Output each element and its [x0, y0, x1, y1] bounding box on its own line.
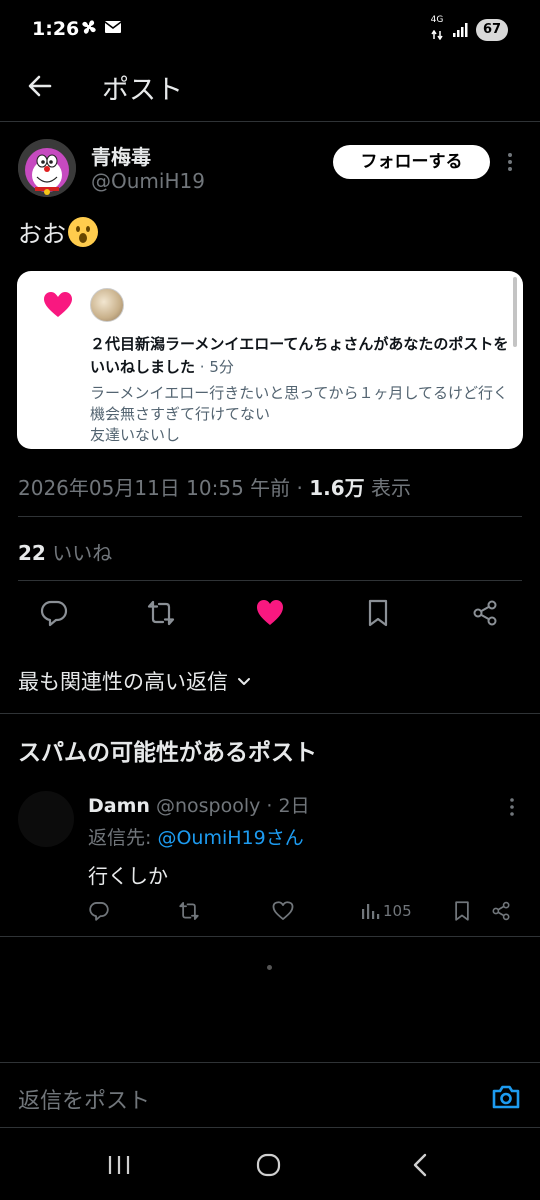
reply-button[interactable] [39, 598, 69, 628]
signal-icon [453, 23, 468, 37]
sort-label: 最も関連性の高い返信 [18, 670, 228, 694]
status-time: 1:26 [32, 18, 80, 40]
share-button[interactable] [470, 598, 500, 628]
post-author: 青梅毒 @OumiH19 フォローする [18, 139, 528, 201]
reply-repost-button[interactable] [178, 899, 200, 923]
reply-share-button[interactable] [490, 899, 512, 923]
repost-icon [147, 600, 175, 626]
post-timestamp: 2026年05月11日 10:55 午前 · [18, 476, 310, 500]
reply-views-count: 105 [383, 902, 412, 920]
notification-title: ２代目新潟ラーメンイエローてんちょさんがあなたのポストをいいねしました · 5分 [90, 333, 510, 379]
reply-like-button[interactable] [272, 899, 294, 923]
share-icon [473, 600, 497, 626]
notifier-avatar [90, 288, 124, 322]
reply-mention-link[interactable]: @OumiH19さん [157, 827, 303, 849]
divider [18, 516, 522, 517]
reply-avatar[interactable] [18, 791, 74, 847]
analytics-icon [362, 904, 380, 919]
notification-quote: ラーメンイエロー行きたいと思ってから１ヶ月してるけど行く機会無さすぎて行けてない… [90, 383, 515, 446]
follow-button[interactable]: フォローする [333, 145, 490, 179]
reply-author-name[interactable]: Damn [88, 795, 150, 817]
attached-image[interactable]: ２代目新潟ラーメンイエローてんちょさんがあなたのポストをいいねしました · 5分… [17, 271, 523, 449]
likes-label: いいね [45, 541, 113, 565]
network-indicator: 4G [430, 16, 444, 44]
data-arrows-icon [431, 29, 443, 41]
more-options-button[interactable] [500, 147, 520, 177]
reply-more-button[interactable] [502, 795, 522, 819]
notification-icons [80, 18, 122, 36]
reply-sort-dropdown[interactable]: 最も関連性の高い返信 [18, 666, 252, 696]
reply-bookmark-button[interactable] [451, 899, 473, 923]
loading-indicator [267, 965, 272, 970]
page-title: ポスト [102, 75, 183, 106]
repost-icon [179, 902, 199, 920]
home-button[interactable] [254, 1150, 284, 1180]
views-count[interactable]: 1.6万 [309, 476, 364, 500]
quote-line: ラーメンイエロー行きたいと思ってから１ヶ月してるけど行く機会無さすぎて行けてない [90, 384, 509, 423]
hushed-face-emoji [68, 216, 98, 247]
camera-button[interactable] [490, 1081, 522, 1113]
image-scrollbar [513, 277, 517, 347]
mail-icon [104, 21, 122, 33]
recent-apps-button[interactable] [104, 1150, 134, 1180]
author-name[interactable]: 青梅毒 [91, 141, 151, 170]
reply-reply-button[interactable] [88, 899, 110, 923]
views-label: 表示 [364, 476, 412, 500]
heart-outline-icon [272, 901, 294, 920]
divider [18, 580, 522, 581]
more-vertical-icon [510, 798, 514, 816]
system-icons: 4G 67 [430, 16, 508, 44]
more-vertical-icon [508, 153, 512, 171]
battery-indicator: 67 [476, 19, 508, 41]
divider [0, 713, 540, 714]
chevron-down-icon [238, 678, 250, 685]
likes-summary[interactable]: 22 いいね [18, 537, 112, 566]
share-icon [492, 901, 510, 921]
back-nav-button[interactable] [406, 1150, 436, 1180]
reply-to: 返信先: @OumiH19さん [88, 823, 304, 850]
reply-actions: 105 [0, 897, 540, 925]
divider [0, 936, 540, 937]
top-app-bar: ポスト [0, 60, 540, 122]
heart-icon [44, 292, 72, 317]
avatar[interactable] [18, 139, 76, 197]
post-meta: 2026年05月11日 10:55 午前 · 1.6万 表示 [18, 472, 411, 501]
fan-icon [82, 20, 96, 34]
notification-title-text: ２代目新潟ラーメンイエローてんちょさんがあなたのポストをいいねしました [90, 335, 509, 376]
bookmark-icon [455, 901, 469, 921]
reply-composer: 返信をポスト [0, 1062, 540, 1128]
reply-views-button[interactable]: 105 [360, 899, 412, 923]
post-text: おお [18, 214, 98, 249]
recent-apps-icon [108, 1156, 130, 1174]
reply-post[interactable]: Damn @nospooly · 2日 返信先: @OumiH19さん 行くしか [0, 785, 540, 935]
like-button[interactable] [255, 598, 285, 628]
reply-icon [40, 600, 68, 627]
chevron-left-icon [413, 1153, 427, 1177]
home-icon [256, 1153, 281, 1177]
bookmark-button[interactable] [363, 598, 393, 628]
reply-to-prefix: 返信先: [88, 827, 158, 849]
section-heading: スパムの可能性があるポスト [18, 740, 317, 766]
network-type: 4G [430, 15, 444, 25]
avatar-image [18, 139, 76, 197]
author-handle[interactable]: @OumiH19 [91, 169, 205, 193]
reply-header: Damn @nospooly · 2日 [88, 791, 310, 818]
repost-button[interactable] [146, 598, 176, 628]
system-navigation-bar [0, 1130, 540, 1200]
likes-count: 22 [18, 541, 46, 565]
back-button[interactable] [22, 68, 58, 104]
status-bar: 1:26 4G 67 [0, 0, 540, 60]
bookmark-icon [368, 599, 388, 627]
post-actions [0, 592, 540, 636]
post-text-content: おお [18, 220, 66, 248]
reply-icon [89, 902, 109, 921]
back-arrow-icon [28, 75, 52, 97]
reply-author-handle: @nospooly · 2日 [149, 795, 310, 817]
quote-line: 友達いないし [90, 426, 181, 444]
reply-text: 行くしか [88, 864, 168, 888]
heart-filled-icon [257, 600, 283, 625]
reply-input[interactable]: 返信をポスト [18, 1083, 150, 1115]
camera-icon [492, 1085, 520, 1109]
notification-time: · 5分 [195, 358, 234, 376]
